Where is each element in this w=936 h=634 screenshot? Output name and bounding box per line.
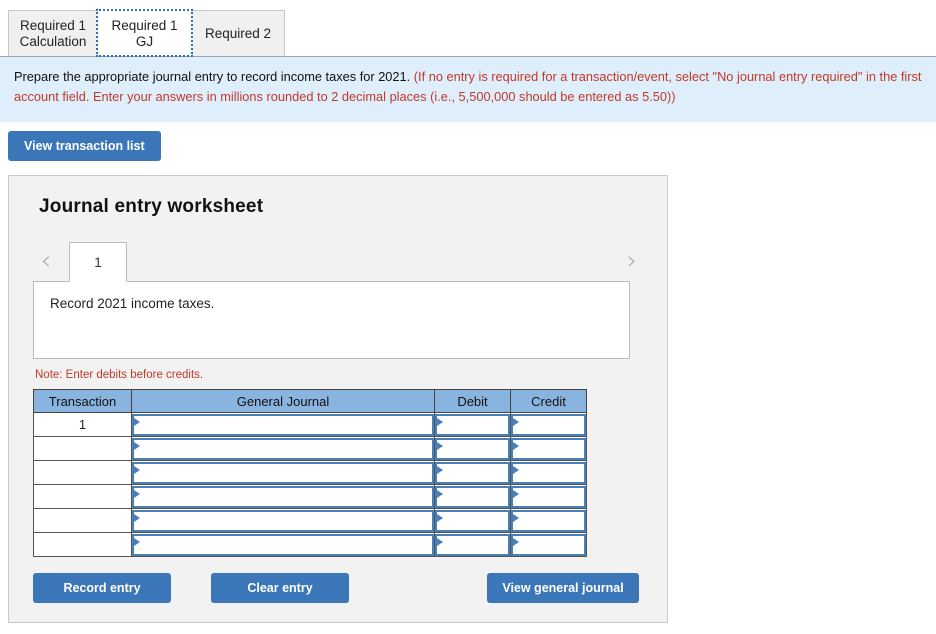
credit-dropdown-marker	[511, 485, 586, 508]
table-row	[33, 508, 587, 533]
general-journal-input[interactable]	[134, 535, 432, 554]
debit-cell	[434, 460, 511, 485]
credit-cell	[510, 484, 587, 509]
credit-input[interactable]	[513, 439, 584, 458]
credit-dropdown-marker	[511, 437, 586, 460]
credit-input[interactable]	[513, 415, 584, 434]
instructions-banner: Prepare the appropriate journal entry to…	[0, 56, 936, 122]
table-row: 1	[33, 412, 587, 437]
table-row	[33, 532, 587, 557]
entry-description-box: Record 2021 income taxes.	[33, 281, 630, 359]
table-header-row: Transaction General Journal Debit Credit	[33, 389, 587, 413]
credit-input[interactable]	[513, 511, 584, 530]
debit-input[interactable]	[437, 439, 508, 458]
transaction-number-cell	[33, 508, 132, 533]
debit-cell	[434, 436, 511, 461]
previous-sheet-icon[interactable]: ‹	[33, 248, 59, 282]
debit-cell	[434, 484, 511, 509]
general-journal-cell	[131, 508, 435, 533]
worksheet-pager: ‹ 1 ›	[33, 238, 645, 282]
clear-entry-button[interactable]: Clear entry	[211, 573, 349, 603]
general-journal-cell	[131, 532, 435, 557]
entry-description-text: Record 2021 income taxes.	[50, 296, 215, 311]
column-header-credit: Credit	[510, 389, 587, 413]
debit-input[interactable]	[437, 463, 508, 482]
tab-required-1-gj[interactable]: Required 1 GJ	[96, 9, 193, 57]
debit-dropdown-marker	[435, 485, 510, 508]
column-header-general-journal: General Journal	[131, 389, 435, 413]
account-dropdown-marker	[132, 437, 434, 460]
account-dropdown-marker	[132, 509, 434, 532]
debit-input[interactable]	[437, 511, 508, 530]
debit-input[interactable]	[437, 535, 508, 554]
table-row	[33, 484, 587, 509]
general-journal-cell	[131, 460, 435, 485]
general-journal-input[interactable]	[134, 415, 432, 434]
record-entry-button[interactable]: Record entry	[33, 573, 171, 603]
account-dropdown-marker	[132, 461, 434, 484]
account-dropdown-marker	[132, 413, 434, 436]
general-journal-input[interactable]	[134, 511, 432, 530]
credit-dropdown-marker	[511, 413, 586, 436]
view-general-journal-button[interactable]: View general journal	[487, 573, 639, 603]
credit-cell	[510, 532, 587, 557]
instruction-prompt: Prepare the appropriate journal entry to…	[14, 69, 414, 84]
general-journal-cell	[131, 412, 435, 437]
table-row	[33, 460, 587, 485]
debit-cell	[434, 412, 511, 437]
worksheet-title: Journal entry worksheet	[39, 196, 264, 217]
column-header-debit: Debit	[434, 389, 511, 413]
credit-input[interactable]	[513, 535, 584, 554]
credit-cell	[510, 436, 587, 461]
debit-dropdown-marker	[435, 437, 510, 460]
journal-entry-table: Transaction General Journal Debit Credit…	[33, 389, 587, 557]
account-dropdown-marker	[132, 533, 434, 556]
next-sheet-icon[interactable]: ›	[619, 248, 645, 282]
table-row	[33, 436, 587, 461]
journal-entry-worksheet-panel: Journal entry worksheet ‹ 1 › Record 202…	[8, 175, 668, 623]
credit-dropdown-marker	[511, 509, 586, 532]
view-transaction-list-button[interactable]: View transaction list	[8, 131, 161, 161]
general-journal-cell	[131, 484, 435, 509]
debit-dropdown-marker	[435, 461, 510, 484]
debit-dropdown-marker	[435, 533, 510, 556]
transaction-number-cell	[33, 532, 132, 557]
general-journal-input[interactable]	[134, 487, 432, 506]
credit-input[interactable]	[513, 463, 584, 482]
debit-dropdown-marker	[435, 509, 510, 532]
credit-cell	[510, 412, 587, 437]
credit-dropdown-marker	[511, 533, 586, 556]
debit-cell	[434, 508, 511, 533]
credit-cell	[510, 508, 587, 533]
credit-dropdown-marker	[511, 461, 586, 484]
transaction-number-cell: 1	[33, 412, 132, 437]
credit-cell	[510, 460, 587, 485]
debits-before-credits-note: Note: Enter debits before credits.	[35, 369, 204, 381]
credit-input[interactable]	[513, 487, 584, 506]
tab-required-2[interactable]: Required 2	[191, 10, 285, 56]
tab-required-1-calculation[interactable]: Required 1 Calculation	[8, 10, 98, 56]
account-dropdown-marker	[132, 485, 434, 508]
transaction-number-cell	[33, 460, 132, 485]
debit-cell	[434, 532, 511, 557]
transaction-number-cell	[33, 436, 132, 461]
tab-strip: Required 1 Calculation Required 1 GJ Req…	[0, 0, 936, 57]
worksheet-footer-buttons: Record entry Clear entry View general jo…	[33, 573, 639, 603]
general-journal-input[interactable]	[134, 463, 432, 482]
debit-dropdown-marker	[435, 413, 510, 436]
debit-input[interactable]	[437, 415, 508, 434]
column-header-transaction: Transaction	[33, 389, 132, 413]
debit-input[interactable]	[437, 487, 508, 506]
general-journal-cell	[131, 436, 435, 461]
transaction-number-cell	[33, 484, 132, 509]
general-journal-input[interactable]	[134, 439, 432, 458]
toolbar: View transaction list	[0, 122, 936, 161]
sheet-tab-1[interactable]: 1	[69, 242, 127, 282]
